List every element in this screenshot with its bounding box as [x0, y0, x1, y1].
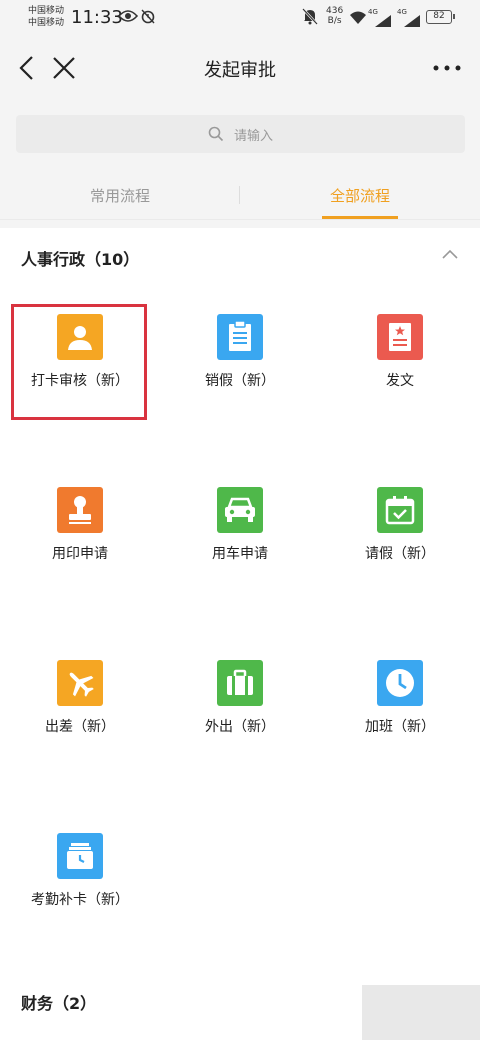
process-item-seal-request[interactable]: 用印申请 — [0, 473, 160, 593]
clock-icon — [377, 660, 423, 706]
person-icon — [57, 314, 103, 360]
process-item-go-out[interactable]: 外出（新） — [160, 646, 320, 766]
status-time: 11:33 — [71, 7, 123, 28]
process-item-label: 打卡审核（新） — [31, 373, 129, 389]
more-dots-icon — [433, 65, 461, 71]
process-item-label: 用车申请 — [212, 546, 268, 562]
section-header-hr-admin[interactable]: 人事行政（10） — [0, 228, 480, 284]
watermark-overlay — [362, 985, 480, 1040]
carrier-info: 中国移动 中国移动 — [28, 5, 64, 29]
process-item-vehicle-request[interactable]: 用车申请 — [160, 473, 320, 593]
process-item-label: 外出（新） — [205, 719, 275, 735]
official-document-icon — [377, 314, 423, 360]
section-title: 财务（2） — [21, 994, 97, 1013]
chevron-up-icon — [442, 249, 458, 259]
process-item-label: 用印申请 — [52, 546, 108, 562]
search-area: 请输入 — [0, 100, 480, 170]
process-item-issue-document[interactable]: 发文 — [320, 300, 480, 420]
process-item-label: 销假（新） — [205, 373, 275, 389]
process-item-overtime[interactable]: 加班（新） — [320, 646, 480, 766]
more-button[interactable] — [431, 52, 463, 84]
search-placeholder: 请输入 — [233, 128, 273, 144]
signal-icon-1 — [375, 12, 391, 31]
process-item-business-trip[interactable]: 出差（新） — [0, 646, 160, 766]
car-icon — [217, 487, 263, 533]
nav-bar: 发起审批 — [0, 36, 480, 100]
carrier-label-2: 中国移动 — [28, 18, 65, 28]
process-item-label: 出差（新） — [45, 719, 115, 735]
process-item-label: 加班（新） — [365, 719, 435, 735]
network-speed: 436 B/s — [326, 6, 343, 26]
process-item-clock-in-review[interactable]: 打卡审核（新） — [0, 300, 160, 420]
calendar-check-icon — [377, 487, 423, 533]
status-bar: 中国移动 中国移动 11:33 436 B/s 4G 4G 82 — [0, 0, 480, 36]
section-title: 人事行政（10） — [21, 250, 140, 269]
section-gap — [0, 220, 480, 228]
carrier-label-1: 中国移动 — [28, 6, 65, 16]
alarm-off-icon — [140, 8, 156, 28]
search-input[interactable]: 请输入 — [16, 115, 465, 153]
process-item-leave-cancel[interactable]: 销假（新） — [160, 300, 320, 420]
battery-icon: 82 — [426, 10, 455, 24]
tab-all-processes[interactable]: 全部流程 — [240, 170, 480, 220]
airplane-icon — [57, 660, 103, 706]
document-icon — [217, 314, 263, 360]
tab-bar: 常用流程 全部流程 — [0, 170, 480, 220]
attendance-icon — [57, 833, 103, 879]
process-item-leave-request[interactable]: 请假（新） — [320, 473, 480, 593]
page-title: 发起审批 — [204, 60, 276, 81]
briefcase-icon — [217, 660, 263, 706]
stamp-icon — [57, 487, 103, 533]
signal-icon-2 — [404, 12, 420, 31]
wifi-icon — [349, 10, 367, 29]
process-item-label: 发文 — [386, 373, 414, 389]
process-item-label: 请假（新） — [365, 546, 435, 562]
process-item-label: 考勤补卡（新） — [31, 892, 129, 908]
search-icon — [208, 126, 224, 142]
process-item-attendance-makeup[interactable]: 考勤补卡（新） — [0, 819, 160, 939]
network-speed-value: 436 — [326, 6, 344, 16]
network-speed-unit: B/s — [327, 16, 342, 26]
tab-common-processes[interactable]: 常用流程 — [0, 170, 240, 220]
mute-notification-icon — [302, 8, 318, 29]
eye-icon — [117, 8, 139, 27]
